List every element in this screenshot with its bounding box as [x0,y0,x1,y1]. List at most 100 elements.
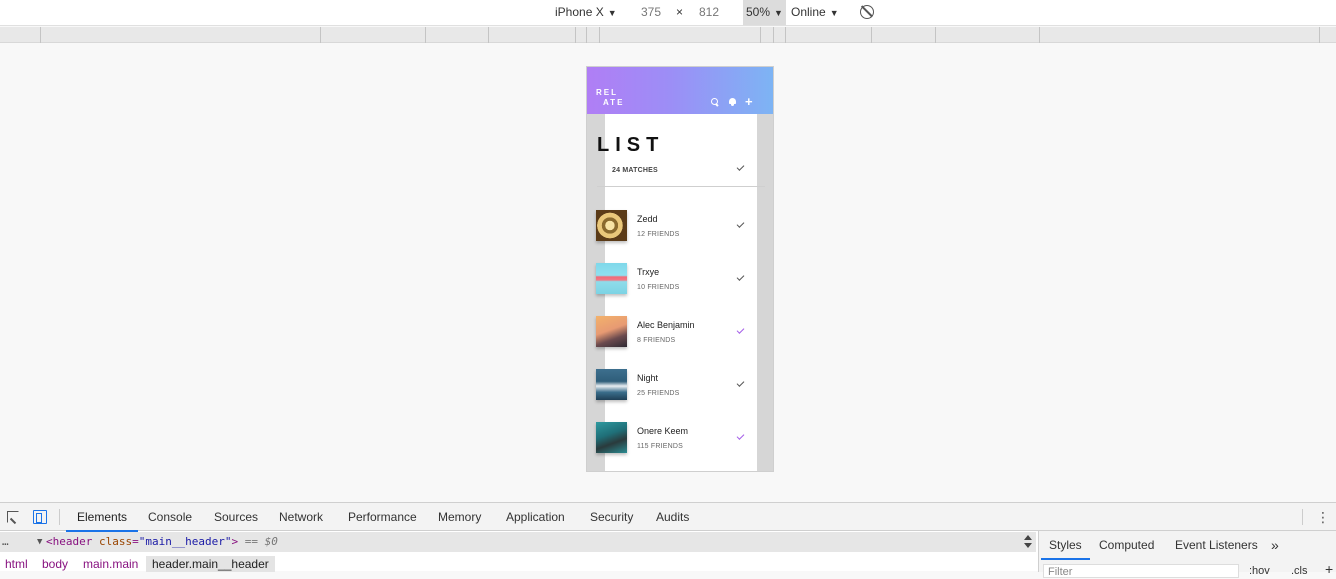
tab-event-listeners[interactable]: Event Listeners [1175,531,1258,560]
rotate-icon[interactable] [860,5,874,19]
item-friends: 25 FRIENDS [637,390,680,397]
search-icon[interactable] [711,98,719,106]
list-item[interactable]: Alec Benjamin 8 FRIENDS [596,316,756,356]
network-value: Online [791,5,826,19]
list-item[interactable]: Zedd 12 FRIENDS [596,210,756,250]
item-friends: 115 FRIENDS [637,443,684,450]
item-friends: 10 FRIENDS [637,284,680,291]
mq-tick [586,27,587,43]
caret-down-icon: ▼ [607,8,617,18]
inspect-element-icon[interactable] [7,511,19,523]
check-icon[interactable] [736,273,745,281]
tab-audits[interactable]: Audits [656,503,689,531]
item-name: Zedd [637,214,658,224]
expand-triangle-icon[interactable]: ▼ [37,532,42,552]
avatar [596,210,627,241]
tab-elements[interactable]: Elements [65,503,139,532]
tab-computed[interactable]: Computed [1099,531,1154,560]
caret-down-icon: ▼ [774,8,783,18]
hov-toggle[interactable]: :hov [1249,565,1270,577]
device-select[interactable]: iPhone X ▼ [555,0,617,25]
matches-count: 24 MATCHES [612,167,658,174]
mq-tick [1319,27,1320,43]
dom-ellipsis[interactable]: … [0,535,9,548]
separator [1302,509,1303,525]
item-name: Night [637,373,659,383]
media-query-bar [0,27,1336,43]
height-input[interactable]: 812 [699,0,719,25]
check-icon[interactable] [736,379,745,387]
more-options-icon[interactable]: ⋮ [1316,510,1330,524]
styles-filter-input[interactable]: Filter [1043,564,1239,578]
tab-styles[interactable]: Styles [1041,531,1090,560]
bell-icon[interactable] [729,98,736,106]
mq-tick [575,27,576,43]
plus-icon[interactable]: + [745,95,753,108]
tab-memory[interactable]: Memory [438,503,481,531]
styles-pane: Styles Computed Event Listeners » Filter… [1038,531,1336,578]
item-name: Onere Keem [637,426,689,436]
cls-toggle[interactable]: .cls [1291,565,1308,577]
avatar [596,263,627,294]
tab-performance[interactable]: Performance [348,503,417,531]
mq-tick [785,27,786,43]
avatar [596,316,627,347]
list-item[interactable]: Trxye 10 FRIENDS [596,263,756,303]
tab-application[interactable]: Application [506,503,565,531]
check-icon[interactable] [736,163,745,171]
times-sign: × [676,5,684,19]
tab-sources[interactable]: Sources [214,503,258,531]
devtools-panel: Elements Console Sources Network Perform… [0,502,1336,578]
mq-tick [425,27,426,43]
logo-line-1: REL [596,88,618,97]
check-icon[interactable] [736,326,745,334]
side-strip-right [757,114,773,471]
mq-tick [773,27,774,43]
avatar [596,422,627,453]
zoom-value: 50% [746,5,771,19]
dom-tag-name: header [52,535,93,548]
mq-tick [871,27,872,43]
mq-tick [488,27,489,43]
dom-attr-value: "main__header" [138,535,232,548]
breadcrumb-html[interactable]: html [5,556,28,572]
device-name: iPhone X [555,5,604,19]
mq-tick [760,27,761,43]
divider [597,186,765,187]
mq-tick [599,27,600,43]
tab-console[interactable]: Console [148,503,192,531]
separator [59,509,60,525]
scroll-arrows-icon[interactable] [1024,534,1034,550]
check-icon[interactable] [736,432,745,440]
network-select[interactable]: Online ▼ [791,0,839,25]
breadcrumb-main[interactable]: main.main [83,556,138,572]
mq-tick [1039,27,1040,43]
mobile-device-frame: REL ATE + LIST 24 MATCHES Zedd 12 FRIEND… [586,66,774,472]
dom-attr-name: class [99,535,133,548]
mq-tick [320,27,321,43]
add-rule-icon[interactable]: + [1325,561,1333,577]
logo-line-2: ATE [603,98,625,107]
app-logo[interactable]: REL ATE [596,88,624,108]
tab-network[interactable]: Network [279,503,323,531]
breadcrumb-body[interactable]: body [42,556,68,572]
device-toolbar: iPhone X ▼ 375 × 812 50% ▼ Online ▼ [0,0,1336,26]
width-input[interactable]: 375 [641,0,661,25]
app-header: REL ATE + [587,67,773,114]
list-item[interactable]: Night 25 FRIENDS [596,369,756,409]
list-item[interactable]: Onere Keem 115 FRIENDS [596,422,756,462]
check-icon[interactable] [736,220,745,228]
devtools-tabbar: Elements Console Sources Network Perform… [0,503,1336,532]
tab-security[interactable]: Security [590,503,633,531]
zoom-select[interactable]: 50% ▼ [743,0,786,25]
device-viewport: REL ATE + LIST 24 MATCHES Zedd 12 FRIEND… [0,44,1336,502]
device-toggle-icon[interactable] [33,510,47,524]
list-content: LIST 24 MATCHES Zedd 12 FRIENDS Trxye 10… [596,114,765,471]
mq-tick [40,27,41,43]
dom-tree-selected-node[interactable]: … ▼ <header class="main__header"> == $0 [0,532,1036,552]
mq-tick [935,27,936,43]
breadcrumb-header[interactable]: header.main__header [146,556,275,572]
item-name: Trxye [637,267,660,277]
item-friends: 8 FRIENDS [637,337,676,344]
more-tabs-icon[interactable]: » [1271,531,1279,560]
